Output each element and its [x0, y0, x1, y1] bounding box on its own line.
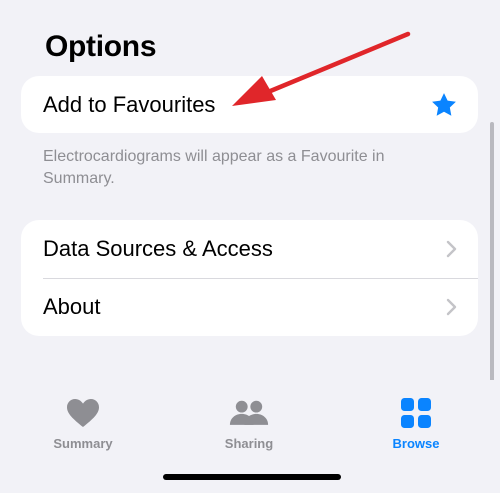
add-to-favourites-row[interactable]: Add to Favourites	[21, 76, 478, 133]
star-icon[interactable]	[430, 91, 458, 119]
options-screen: Options Add to Favourites Electrocardiog…	[0, 0, 500, 493]
options-list-card: Data Sources & Access About	[21, 220, 478, 336]
grid-icon	[396, 396, 436, 430]
add-to-favourites-label: Add to Favourites	[43, 91, 216, 117]
chevron-right-icon	[444, 297, 458, 317]
about-label: About	[43, 294, 101, 320]
favourites-card: Add to Favourites	[21, 76, 478, 133]
data-sources-access-row[interactable]: Data Sources & Access	[21, 220, 478, 278]
heart-icon	[63, 396, 103, 430]
favourites-note: Electrocardiograms will appear as a Favo…	[43, 148, 385, 187]
people-icon	[229, 396, 269, 430]
chevron-right-icon	[444, 239, 458, 259]
tab-browse-label: Browse	[392, 436, 440, 451]
scrollbar[interactable]	[490, 122, 494, 382]
data-sources-access-label: Data Sources & Access	[43, 235, 273, 261]
tab-summary-label: Summary	[53, 436, 113, 451]
tab-browse[interactable]: Browse	[356, 396, 476, 451]
tab-sharing-label: Sharing	[224, 436, 274, 451]
tab-sharing[interactable]: Sharing	[189, 396, 309, 451]
home-indicator[interactable]	[163, 474, 341, 480]
about-row[interactable]: About	[21, 279, 478, 337]
section-title: Options	[45, 30, 157, 63]
tab-summary[interactable]: Summary	[23, 396, 143, 451]
